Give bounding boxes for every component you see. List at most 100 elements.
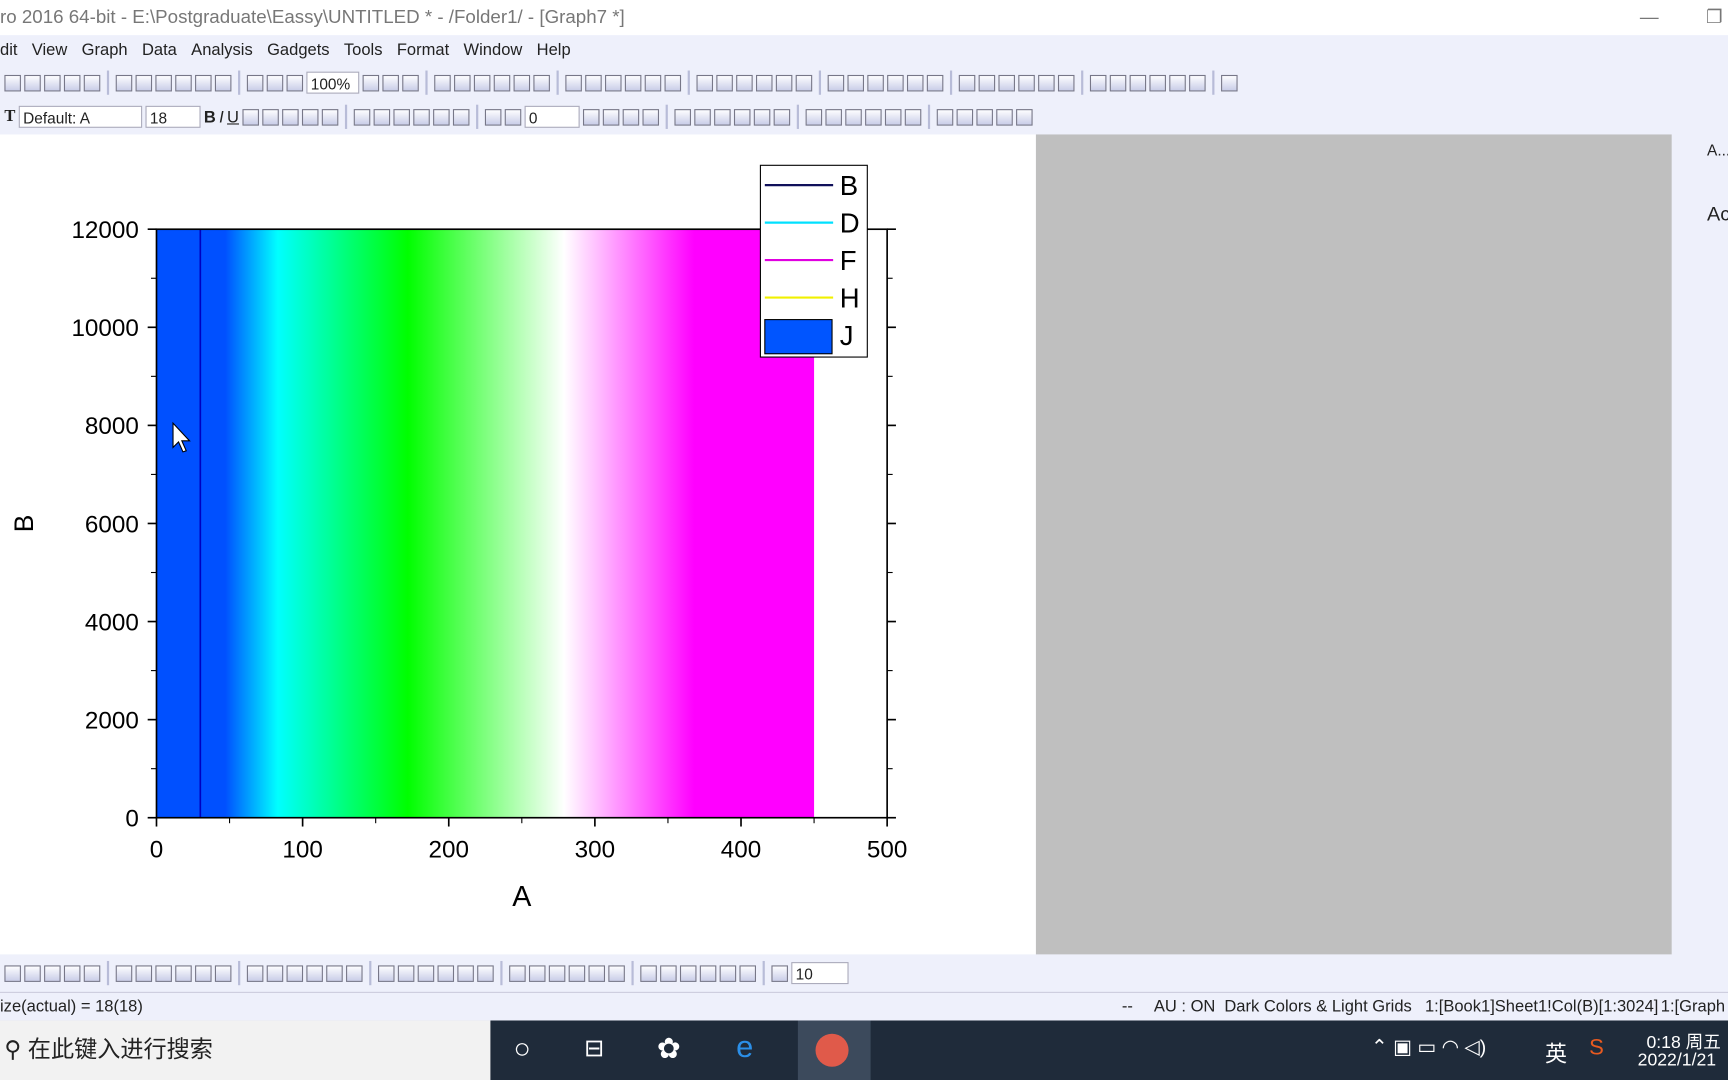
toolbar-button-icon[interactable] [568, 964, 586, 982]
sogou-icon[interactable]: S [1589, 1036, 1604, 1061]
toolbar-button-icon[interactable] [434, 74, 451, 91]
toolbar-button-icon[interactable] [326, 964, 343, 982]
toolbar-button-icon[interactable] [956, 108, 973, 126]
toolbar-button-icon[interactable] [457, 964, 474, 982]
toolbar-button-icon[interactable] [660, 964, 677, 982]
toolbar-button-icon[interactable] [528, 964, 546, 982]
toolbar-button-icon[interactable] [845, 108, 862, 126]
toolbar-button-icon[interactable] [533, 74, 550, 91]
toolbar-button-icon[interactable] [926, 74, 944, 91]
toolbar-button-icon[interactable] [195, 74, 212, 91]
toolbar-button-icon[interactable] [936, 108, 954, 126]
toolbar-button-icon[interactable] [847, 74, 864, 91]
toolbar-button-icon[interactable] [602, 108, 620, 126]
toolbar-button-icon[interactable] [246, 964, 264, 982]
toolbar-button-icon[interactable] [565, 74, 582, 91]
zoom-select[interactable]: 100% [306, 71, 360, 94]
toolbar-button-icon[interactable] [24, 74, 41, 91]
toolbar-button-icon[interactable] [864, 108, 882, 126]
toolbar-button-icon[interactable] [155, 74, 172, 91]
text-tool-icon[interactable]: T [4, 107, 15, 126]
bold-button[interactable]: B [204, 107, 216, 126]
toolbar-button-icon[interactable] [906, 74, 924, 91]
minimize-button[interactable]: — [1640, 0, 1659, 35]
toolbar-button-icon[interactable] [214, 74, 232, 91]
toolbar-button-icon[interactable] [377, 964, 395, 982]
toolbar-button-icon[interactable] [622, 108, 640, 126]
menu-help[interactable]: Help [537, 41, 571, 60]
toolbar-button-icon[interactable] [24, 964, 41, 982]
toolbar-button-icon[interactable] [353, 108, 371, 126]
toolbar-button-icon[interactable] [281, 108, 299, 126]
toolbar-button-icon[interactable] [696, 74, 714, 91]
toolbar-button-icon[interactable] [1149, 74, 1166, 91]
toolbar-button-icon[interactable] [1089, 74, 1107, 91]
toolbar-button-icon[interactable] [887, 74, 904, 91]
toolbar-button-icon[interactable] [437, 964, 455, 982]
toolbar-button-icon[interactable] [1015, 108, 1033, 126]
app-icon[interactable]: ✿ [657, 1032, 681, 1066]
panel-tab[interactable]: A... [1707, 141, 1728, 159]
menu-graph[interactable]: Graph [82, 41, 128, 60]
toolbar-button-icon[interactable] [884, 108, 902, 126]
toolbar-button-icon[interactable] [115, 964, 133, 982]
toolbar-button-icon[interactable] [753, 108, 771, 126]
toolbar-button-icon[interactable] [1038, 74, 1055, 91]
toolbar-button-icon[interactable] [867, 74, 884, 91]
taskbar-search[interactable]: ⚲ 在此键入进行搜索 [0, 1020, 491, 1080]
toolbar-button-icon[interactable] [713, 108, 731, 126]
toolbar-button-icon[interactable] [1189, 74, 1206, 91]
toolbar-button-icon[interactable] [301, 108, 319, 126]
toolbar-button-icon[interactable] [266, 74, 284, 91]
toolbar-button-icon[interactable] [642, 108, 659, 126]
toolbar-button-icon[interactable] [286, 74, 304, 91]
line-width-select[interactable]: 0 [524, 105, 580, 128]
toolbar-button-icon[interactable] [306, 964, 323, 982]
toolbar-button-icon[interactable] [393, 108, 410, 126]
toolbar-button-icon[interactable] [958, 74, 976, 91]
toolbar-button-icon[interactable] [795, 74, 813, 91]
toolbar-button-icon[interactable] [452, 108, 470, 126]
toolbar-button-icon[interactable] [44, 74, 61, 91]
toolbar-button-icon[interactable] [63, 964, 81, 982]
toolbar-button-icon[interactable] [135, 964, 153, 982]
toolbar-button-icon[interactable] [640, 964, 657, 982]
toolbar-button-icon[interactable] [624, 74, 642, 91]
toolbar-button-icon[interactable] [175, 74, 192, 91]
toolbar-button-icon[interactable] [195, 964, 212, 982]
toolbar-button-icon[interactable] [44, 964, 61, 982]
toolbar-button-icon[interactable] [473, 74, 491, 91]
chart[interactable]: 0 100 200 300 400 500 0 2000 4000 6000 8000 10000 12… [0, 134, 1036, 954]
toolbar-button-icon[interactable] [825, 108, 842, 126]
toolbar-button-icon[interactable] [588, 964, 606, 982]
toolbar-button-icon[interactable] [733, 108, 751, 126]
tray-icons[interactable]: ⌃ ▣ ▭ ◠ ◁) [1371, 1036, 1486, 1059]
toolbar-button-icon[interactable] [771, 964, 788, 982]
toolbar-button-icon[interactable] [246, 74, 264, 91]
toolbar-button-icon[interactable] [83, 74, 101, 91]
toolbar-button-icon[interactable] [266, 964, 284, 982]
toolbar-button-icon[interactable] [155, 964, 172, 982]
toolbar-button-icon[interactable] [548, 964, 566, 982]
menu-gadgets[interactable]: Gadgets [267, 41, 330, 60]
toolbar-button-icon[interactable] [346, 964, 363, 982]
task-view-icon[interactable]: ⊟ [584, 1034, 604, 1063]
toolbar-button-icon[interactable] [773, 108, 791, 126]
graph-window[interactable]: 0 100 200 300 400 500 0 2000 4000 6000 8000 10000 12… [0, 134, 1036, 955]
toolbar-button-icon[interactable] [397, 964, 415, 982]
toolbar-button-icon[interactable] [432, 108, 450, 126]
toolbar-button-icon[interactable] [262, 108, 279, 126]
toolbar-button-icon[interactable] [805, 108, 822, 126]
italic-button[interactable]: I [219, 107, 224, 126]
clock-time[interactable]: 0:18 周五 [1646, 1027, 1720, 1053]
toolbar-button-icon[interactable] [976, 108, 993, 126]
toolbar-button-icon[interactable] [1221, 74, 1238, 91]
toolbar-button-icon[interactable] [135, 74, 153, 91]
toolbar-button-icon[interactable] [83, 964, 101, 982]
restore-button[interactable]: ❐ [1706, 0, 1723, 35]
toolbar-button-icon[interactable] [477, 964, 494, 982]
toolbar-button-icon[interactable] [644, 74, 662, 91]
toolbar-button-icon[interactable] [413, 108, 430, 126]
toolbar-button-icon[interactable] [585, 74, 602, 91]
toolbar-button-icon[interactable] [582, 108, 600, 126]
